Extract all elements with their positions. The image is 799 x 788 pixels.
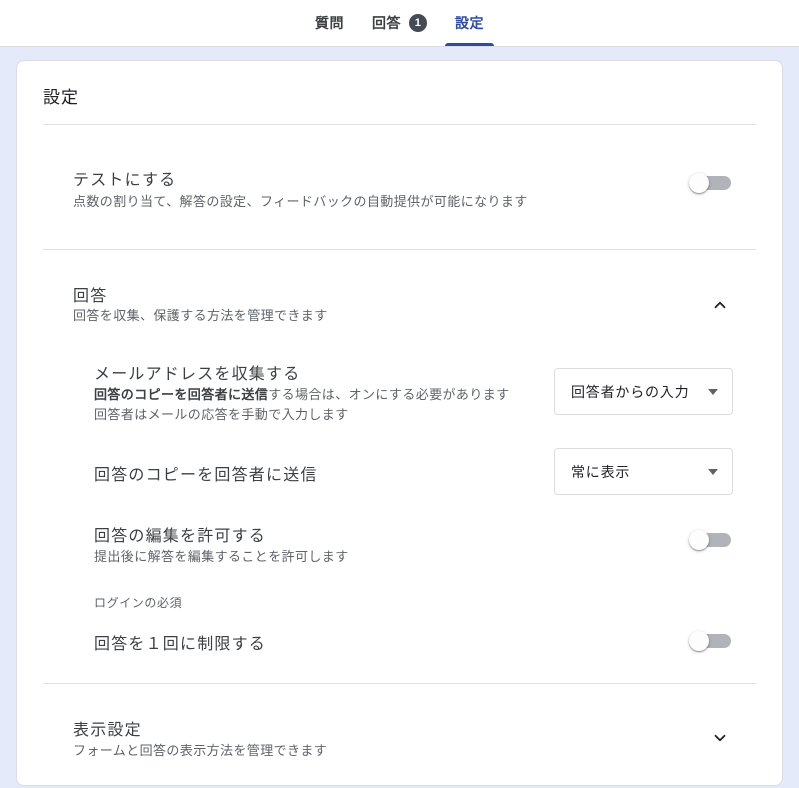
collect-email-dropdown-value: 回答者からの入力 [571,383,690,400]
login-required-label: ログインの必須 [94,596,183,610]
collect-email-dropdown[interactable]: 回答者からの入力 [554,368,733,415]
allow-edit-toggle[interactable] [689,530,731,550]
collect-email-description-bold: 回答のコピーを回答者に送信 [94,387,269,402]
quiz-toggle-title: テストにする [73,172,177,189]
dropdown-caret-icon [708,388,718,395]
responses-section-title: 回答 [73,288,108,305]
toggle-knob [689,631,709,651]
divider [43,249,756,250]
collect-email-description-rest: する場合は、オンにする必要があります [268,387,510,402]
limit-one-response-title: 回答を１回に制限する [94,636,267,653]
send-copy-dropdown[interactable]: 常に表示 [554,448,733,495]
presentation-section-description: フォームと回答の表示方法を管理できます [73,743,328,758]
tab-settings-label: 設定 [455,15,484,31]
responses-section-description: 回答を収集、保護する方法を管理できます [73,308,328,323]
tab-questions-label: 質問 [315,15,344,31]
toggle-knob [689,173,709,193]
toggle-knob [689,530,709,550]
collapse-responses-chevron-up-icon[interactable] [711,296,729,314]
quiz-toggle[interactable] [689,173,731,193]
collect-email-title: メールアドレスを収集する [94,366,301,383]
allow-edit-description: 提出後に解答を編集することを許可します [94,549,349,564]
tab-responses-label: 回答 [372,15,401,31]
quiz-toggle-description: 点数の割り当て、解答の設定、フィードバックの自動提供が可能になります [73,194,528,209]
tab-settings[interactable]: 設定 [445,0,494,46]
active-tab-indicator [445,43,494,46]
expand-presentation-chevron-down-icon[interactable] [711,729,729,747]
collect-email-description-line2: 回答者はメールの応答を手動で入力します [94,407,349,422]
tab-questions[interactable]: 質問 [305,0,354,46]
tab-responses[interactable]: 回答 1 [362,0,437,46]
limit-one-response-toggle[interactable] [689,631,731,651]
divider [43,683,756,684]
divider [43,124,756,125]
allow-edit-title: 回答の編集を許可する [94,528,267,545]
dropdown-caret-icon [708,468,718,475]
tab-bar: 質問 回答 1 設定 [0,0,799,47]
send-copy-title: 回答のコピーを回答者に送信 [94,467,318,484]
presentation-section-title: 表示設定 [73,722,142,739]
page-title: 設定 [43,88,79,107]
responses-count-badge: 1 [409,14,427,32]
send-copy-dropdown-value: 常に表示 [571,463,631,480]
settings-card: 設定 テストにする 点数の割り当て、解答の設定、フィードバックの自動提供が可能に… [16,60,783,786]
